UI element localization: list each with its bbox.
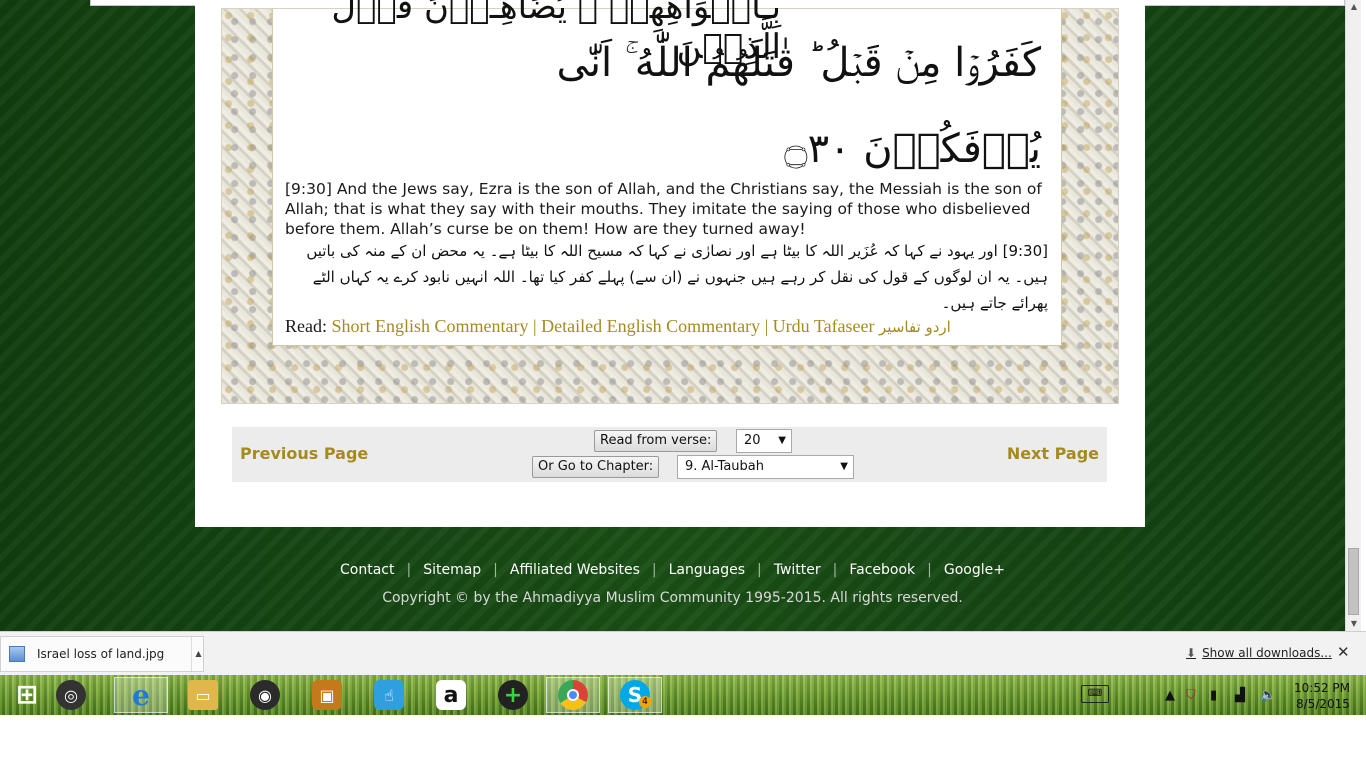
image-file-icon — [9, 646, 25, 662]
taskbar-file-explorer[interactable]: ▭ — [176, 677, 230, 713]
volume-icon[interactable]: 🔈 — [1260, 688, 1276, 703]
internet-explorer-icon: e — [132, 678, 150, 712]
windows-logo-icon: ⊞ — [16, 680, 38, 710]
footer-links: Contact | Sitemap | Affiliated Websites | Lang… — [0, 562, 1345, 578]
footer-separator: | — [651, 562, 657, 578]
footer-link-twitter[interactable]: Twitter — [762, 562, 833, 578]
window-edge — [1361, 0, 1366, 631]
taskbar-speaker-app[interactable]: ◉ — [238, 677, 292, 713]
circle-app-icon: ◎ — [56, 680, 86, 710]
taskbar-amazon[interactable]: a — [424, 677, 478, 713]
chrome-icon — [558, 680, 588, 710]
amazon-icon: a — [436, 680, 466, 710]
skype-notification-badge: 4 — [639, 696, 651, 708]
arabic-verse-line-2: يُؤۡفَكُوۡنَ ۝٣٠ — [784, 126, 1041, 172]
footer-link-contact[interactable]: Contact — [328, 562, 406, 578]
footer-link-sitemap[interactable]: Sitemap — [411, 562, 493, 578]
battery-icon[interactable]: ▮ — [1210, 688, 1217, 703]
browser-viewport: بِـاَفۡوَاهِهِمۡ ۚ يُضَاهِـُٔوۡنَ قَوۡلَ… — [0, 0, 1345, 631]
scroll-up-arrow-icon[interactable]: ▲ — [1346, 0, 1362, 14]
next-page-link[interactable]: Next Page — [1007, 444, 1099, 463]
download-item[interactable]: Israel loss of land.jpg ▲ — [0, 636, 204, 672]
touch-app-icon: ☝ — [374, 680, 404, 710]
english-translation: [9:30] And the Jews say, Ezra is the son… — [285, 180, 1042, 238]
plus-app-icon: + — [498, 680, 528, 710]
download-file-name: Israel loss of land.jpg — [37, 647, 165, 661]
short-commentary-link[interactable]: Short English Commentary — [332, 316, 529, 336]
close-download-bar-icon[interactable]: ✕ — [1337, 643, 1350, 661]
chapter-select-value: 9. Al-Taubah — [685, 459, 764, 474]
footer-link-affiliated-websites[interactable]: Affiliated Websites — [498, 562, 652, 578]
dropdown-arrow-icon: ▼ — [778, 435, 786, 446]
urdu-tafaseer-native-link[interactable]: اردو تفاسیر — [879, 318, 951, 336]
vertical-scrollbar[interactable]: ▲ ▼ — [1345, 0, 1361, 631]
media-app-icon: ▣ — [312, 680, 342, 710]
verse-select[interactable]: 20 ▼ — [736, 429, 792, 453]
show-hidden-icons-icon[interactable]: ▲ — [1165, 688, 1175, 703]
clock-time[interactable]: 10:52 PM — [1294, 681, 1350, 695]
download-bar: Israel loss of land.jpg ▲ ⬇ Show all down… — [0, 631, 1366, 675]
dropdown-arrow-icon: ▼ — [840, 461, 848, 472]
urdu-tafaseer-link[interactable]: Urdu Tafaseer — [773, 316, 875, 336]
scroll-thumb[interactable] — [1348, 548, 1359, 615]
copyright-text: Copyright © by the Ahmadiyya Muslim Comm… — [382, 590, 963, 606]
previous-page-link[interactable]: Previous Page — [240, 444, 368, 463]
taskbar-plus-app[interactable]: + — [486, 677, 540, 713]
show-all-downloads-link[interactable]: ⬇ Show all downloads... — [1186, 646, 1332, 660]
verse-box: بِـاَفۡوَاهِهِمۡ ۚ يُضَاهِـُٔوۡنَ قَوۡلَ… — [272, 0, 1062, 346]
network-signal-icon[interactable]: ▟ — [1235, 688, 1245, 703]
scroll-down-arrow-icon[interactable]: ▼ — [1346, 617, 1362, 631]
taskbar-skype[interactable]: S 4 — [608, 677, 662, 713]
read-from-verse-button[interactable]: Read from verse: — [594, 430, 718, 452]
detailed-commentary-link[interactable]: Detailed English Commentary — [541, 316, 760, 336]
taskbar-media-app[interactable]: ▣ — [300, 677, 354, 713]
arabic-verse-line-1: كَفَرُوۡا مِنۡ قَبۡلُ ؕ قٰتَلَهُمُ اللّٰ… — [556, 40, 1042, 86]
download-menu-arrow-icon[interactable]: ▲ — [191, 637, 205, 671]
urdu-translation: [9:30] اور یہود نے کہا کہ عُزَیر اللہ کا… — [306, 242, 1048, 312]
clock-date[interactable]: 8/5/2015 — [1296, 697, 1350, 711]
verse-select-value: 20 — [744, 433, 761, 448]
taskbar-touch-app[interactable]: ☝ — [362, 677, 416, 713]
chapter-select[interactable]: 9. Al-Taubah ▼ — [677, 455, 854, 479]
windows-taskbar: ⊞ ◎ e ▭ ◉ ▣ ☝ a + S 4 ⌨ ▲ ⛉ ▮ ▟ 🔈 10:52 … — [0, 675, 1366, 715]
content-panel: بِـاَفۡوَاهِهِمۡ ۚ يُضَاهِـُٔوۡنَ قَوۡلَ… — [195, 0, 1145, 527]
go-to-chapter-button[interactable]: Or Go to Chapter: — [532, 456, 660, 478]
download-arrow-icon: ⬇ — [1186, 646, 1197, 660]
read-prefix: Read: — [285, 316, 327, 336]
footer-link-languages[interactable]: Languages — [657, 562, 757, 578]
taskbar-chrome[interactable] — [546, 677, 600, 713]
folder-icon: ▭ — [188, 680, 218, 710]
touch-keyboard-icon[interactable]: ⌨ — [1081, 685, 1109, 703]
separator: | — [533, 316, 537, 336]
taskbar-internet-explorer[interactable]: e — [114, 677, 168, 713]
ornate-verse-frame: بِـاَفۡوَاهِهِمۡ ۚ يُضَاهِـُٔوۡنَ قَوۡلَ… — [221, 0, 1119, 404]
separator: | — [764, 316, 769, 336]
read-links: Read: Short English Commentary | Detaile… — [285, 316, 1055, 337]
show-all-downloads-label: Show all downloads... — [1202, 646, 1332, 660]
taskbar-app-circle[interactable]: ◎ — [44, 677, 98, 713]
security-shield-icon[interactable]: ⛉ — [1186, 688, 1196, 703]
footer-link-google-plus[interactable]: Google+ — [932, 562, 1017, 578]
page-navigation-bar: Previous Page Read from verse: 20 ▼ Or G… — [232, 427, 1107, 482]
footer-link-facebook[interactable]: Facebook — [837, 562, 927, 578]
speaker-icon: ◉ — [250, 680, 280, 710]
